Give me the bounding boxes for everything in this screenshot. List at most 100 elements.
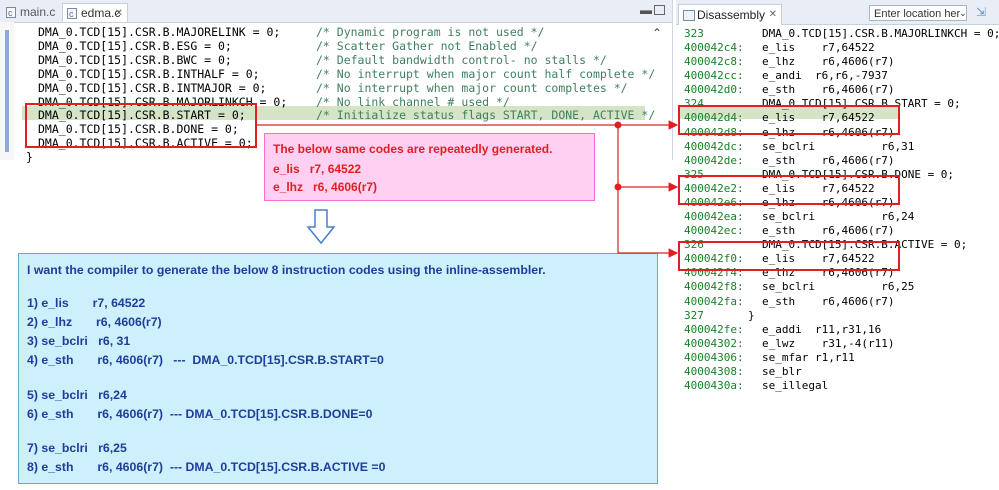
- maximize-icon[interactable]: [654, 5, 665, 15]
- close-icon[interactable]: ✕: [115, 4, 123, 23]
- instruction-text: e_sth r6,4606(r7): [762, 294, 895, 308]
- source-code: DMA_0.TCD[15].CSR.B.MAJORLINKCH = 0;: [762, 27, 999, 40]
- editor-gutter: [0, 22, 14, 160]
- instruction-address: 40004308:: [684, 364, 744, 378]
- code-text: DMA_0.TCD[15].CSR.B.ESG = 0;: [38, 38, 232, 53]
- instruction-text: e_andi r6,r6,-7937: [762, 69, 888, 83]
- instruction-text: se_bclri r6,31: [762, 139, 915, 153]
- tab-disassembly[interactable]: Disassembly ✕: [678, 4, 783, 25]
- instruction-text: se_mfar r1,r11: [762, 350, 855, 364]
- instruction-text: e_sth r6,4606(r7): [762, 224, 895, 238]
- code-text: }: [26, 150, 33, 165]
- disassembly-line: 400042cc: e_andi r6,r6,-7937: [684, 69, 888, 83]
- instruction-address: 40004306:: [684, 350, 744, 364]
- connector-dot: [614, 183, 622, 191]
- code-text: DMA_0.TCD[15].CSR.B.INTMAJOR = 0;: [38, 80, 267, 95]
- change-bar: [5, 30, 9, 152]
- code-line: DMA_0.TCD[15].CSR.B.MAJORELINK = 0; /* Dy…: [38, 25, 544, 39]
- minimize-icon[interactable]: ▬: [640, 3, 652, 17]
- source-line-number: 323: [684, 27, 704, 40]
- instruction-line: 2) e_lhz r6, 4606(r7): [27, 315, 162, 329]
- code-comment: /* Dynamic program is not used */: [316, 25, 545, 39]
- disassembly-line: 323 DMA_0.TCD[15].CSR.B.MAJORLINKCH = 0;: [684, 27, 999, 41]
- code-line: }: [26, 150, 33, 164]
- instruction-text: e_lhz r6,4606(r7): [762, 55, 895, 69]
- code-comment: /* No link channel # used */: [316, 94, 510, 109]
- instruction-line: 3) se_bclri r6, 31: [27, 334, 131, 348]
- instruction-address: 400042ec:: [684, 224, 744, 238]
- disassembly-line: 400042ea: se_bclri r6,24: [684, 210, 914, 224]
- note-line-2: e_lhz r6, 4606(r7): [273, 180, 378, 194]
- note-line-1: e_lis r7, 64522: [273, 162, 362, 176]
- code-text: DMA_0.TCD[15].CSR.B.BWC = 0;: [38, 52, 232, 67]
- tab-label: main.c: [20, 5, 56, 19]
- disassembly-line: 400042fe: e_addi r11,r31,16: [684, 322, 881, 337]
- instruction-line: 1) e_lis r7, 64522: [27, 296, 146, 310]
- disassembly-line: 400042f8: se_bclri r6,25: [684, 280, 914, 294]
- instruction-text: se_bclri r6,24: [762, 210, 915, 224]
- connector-active: [617, 187, 679, 258]
- code-comment: /* Initialize status flags START, DONE, …: [316, 108, 656, 123]
- code-comment: /* Default bandwidth control- no stalls …: [316, 52, 607, 67]
- instruction-address: 400042cc:: [684, 69, 744, 83]
- chevron-down-icon[interactable]: ⌄: [957, 5, 969, 21]
- scroll-up-icon[interactable]: ⌃: [652, 26, 662, 40]
- instruction-address: 400042c8:: [684, 55, 744, 69]
- instruction-text: e_lwz r31,-4(r11): [762, 336, 895, 350]
- instruction-text: e_sth r6,4606(r7): [762, 83, 895, 97]
- code-highlight-box: [25, 103, 257, 148]
- repeated-code-note: The below same codes are repeatedly gene…: [264, 133, 595, 201]
- instruction-line: 8) e_sth r6, 4606(r7) --- DMA_0.TCD[15].…: [27, 460, 386, 474]
- disassembly-line: 400042c4: e_lis r7,64522: [684, 41, 875, 55]
- instruction-address: 400042de:: [684, 153, 744, 167]
- instruction-address: 400042c4:: [684, 41, 744, 55]
- instruction-text: se_blr: [762, 364, 802, 378]
- tab-label: Disassembly: [697, 8, 766, 22]
- tab-edma-c[interactable]: edma.c ✕: [62, 3, 128, 24]
- tab-main-c[interactable]: main.c: [2, 3, 60, 23]
- link-icon[interactable]: ⇲: [976, 5, 988, 19]
- disassembly-line: 4000430a: se_illegal: [684, 379, 828, 393]
- instruction-address: 400042d0:: [684, 83, 744, 97]
- instruction-address: 400042ea:: [684, 210, 744, 224]
- editor-tab-bar: main.c edma.c ✕ ▬: [0, 0, 672, 24]
- instruction-text: e_lis r7,64522: [762, 41, 875, 55]
- disassembly-line: 40004302: e_lwz r31,-4(r11): [684, 336, 894, 351]
- repeated-code-box-done: [678, 175, 900, 205]
- disassembly-icon: [683, 10, 695, 21]
- instruction-line: 6) e_sth r6, 4606(r7) --- DMA_0.TCD[15].…: [27, 407, 373, 421]
- instruction-address: 400042dc:: [684, 139, 744, 153]
- instruction-address: 4000430a:: [684, 379, 744, 392]
- instruction-text: se_bclri r6,25: [762, 280, 915, 294]
- source-line-number: 327: [684, 308, 704, 322]
- close-icon[interactable]: ✕: [769, 5, 777, 25]
- repeated-code-box-start: [678, 105, 900, 135]
- instruction-address: 400042fe:: [684, 322, 744, 336]
- instruction-line: 4) e_sth r6, 4606(r7) --- DMA_0.TCD[15].…: [27, 353, 384, 367]
- c-file-icon: [67, 5, 77, 24]
- disassembly-line: 400042dc: se_bclri r6,31: [684, 139, 914, 154]
- code-comment: /* No interrupt when major count complet…: [316, 80, 628, 95]
- code-text: DMA_0.TCD[15].CSR.B.MAJORELINK = 0;: [38, 25, 281, 39]
- note-title: The below same codes are repeatedly gene…: [273, 142, 553, 156]
- instruction-text: e_addi r11,r31,16: [762, 322, 882, 336]
- location-input[interactable]: Enter location her: [869, 5, 967, 21]
- code-line: DMA_0.TCD[15].CSR.B.ESG = 0; /* Scatter G…: [38, 38, 538, 53]
- disassembly-pane: Disassembly ✕ Enter location her ⌄ ⇲ 323…: [676, 0, 999, 490]
- instruction-text: se_illegal: [762, 379, 829, 392]
- instruction-line: 7) se_bclri r6,25: [27, 441, 127, 455]
- instruction-address: 400042fa:: [684, 294, 744, 308]
- disassembly-line: 40004308: se_blr: [684, 364, 802, 379]
- code-line: DMA_0.TCD[15].CSR.B.INTHALF = 0; /* No in…: [38, 67, 655, 81]
- disassembly-line: 400042ec: e_sth r6,4606(r7): [684, 224, 894, 238]
- disassembly-line: 327}: [684, 308, 755, 323]
- instruction-address: 40004302:: [684, 336, 744, 350]
- instruction-line: 5) se_bclri r6,24: [27, 388, 127, 402]
- instruction-text: e_sth r6,4606(r7): [762, 153, 895, 167]
- request-intro: I want the compiler to generate the belo…: [27, 263, 546, 277]
- disassembly-line: 40004306: se_mfar r1,r11: [684, 350, 855, 365]
- disassembly-line: 400042d0: e_sth r6,4606(r7): [684, 83, 894, 97]
- disassembly-line: 400042de: e_sth r6,4606(r7): [684, 153, 894, 168]
- disassembly-line: 400042c8: e_lhz r6,4606(r7): [684, 55, 894, 69]
- c-file-icon: [6, 4, 16, 23]
